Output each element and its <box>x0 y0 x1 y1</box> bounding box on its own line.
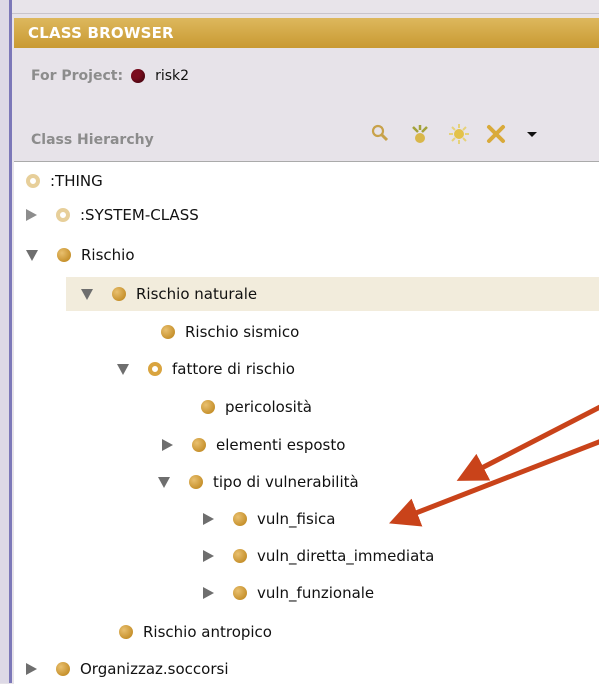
tree-item-vuln-funzionale[interactable]: vuln_funzionale <box>203 576 374 610</box>
expand-arrow-icon[interactable] <box>203 587 214 599</box>
tree-item-elementi-esposto[interactable]: elementi esposto <box>162 428 345 462</box>
tree-item-label: Organizzaz.soccorsi <box>80 660 229 678</box>
create-subclass-icon[interactable] <box>408 122 432 146</box>
class-icon <box>189 475 203 489</box>
project-icon <box>131 69 146 83</box>
expand-arrow-icon[interactable] <box>26 663 37 675</box>
class-icon <box>56 208 70 222</box>
tree-item-tipo-di-vulnerabilita[interactable]: tipo di vulnerabilità <box>158 465 359 499</box>
tree-item-label: Rischio sismico <box>185 323 300 341</box>
class-browser-title-bar: CLASS BROWSER <box>14 18 599 48</box>
create-class-icon[interactable] <box>447 122 471 146</box>
tree-item-rischio-antropico[interactable]: Rischio antropico <box>119 615 272 649</box>
collapse-arrow-icon[interactable] <box>117 363 129 375</box>
window-frame-top <box>12 0 599 14</box>
tree-item-system-class[interactable]: :SYSTEM-CLASS <box>26 198 199 232</box>
class-icon <box>56 662 70 676</box>
window-frame-left <box>0 0 9 683</box>
class-icon <box>201 400 215 414</box>
tree-item-label: pericolosità <box>225 398 312 416</box>
collapse-arrow-icon[interactable] <box>81 288 93 300</box>
tree-item-rischio[interactable]: Rischio <box>26 238 135 272</box>
tree-item-label: fattore di rischio <box>172 360 295 378</box>
class-browser-title: CLASS BROWSER <box>28 24 174 42</box>
menu-dropdown-icon[interactable] <box>520 122 544 146</box>
project-label: For Project: <box>31 68 124 84</box>
tree-item-label: :THING <box>50 172 103 190</box>
tree-item-label: vuln_diretta_immediata <box>257 547 435 565</box>
tree-item-label: vuln_funzionale <box>257 584 375 602</box>
delete-class-icon[interactable] <box>484 122 508 146</box>
tree-item-rischio-naturale[interactable]: Rischio naturale <box>66 277 599 311</box>
project-name: risk2 <box>155 68 190 84</box>
tree-item-label: :SYSTEM-CLASS <box>80 206 199 224</box>
class-hierarchy-tree[interactable]: :THING :SYSTEM-CLASS Rischio Rischio nat… <box>14 161 599 684</box>
class-icon <box>233 512 247 526</box>
project-row: For Project: risk2 <box>31 64 189 88</box>
class-icon <box>148 362 162 376</box>
class-icon <box>26 174 40 188</box>
expand-arrow-icon[interactable] <box>203 550 214 562</box>
collapse-arrow-icon[interactable] <box>26 249 38 261</box>
tree-item-label: Rischio <box>81 246 135 264</box>
tree-item-label: tipo di vulnerabilità <box>213 473 359 491</box>
expand-arrow-icon[interactable] <box>162 439 173 451</box>
class-icon <box>57 248 71 262</box>
tree-item-thing[interactable]: :THING <box>26 164 103 198</box>
class-icon <box>233 549 247 563</box>
expand-arrow-icon[interactable] <box>26 209 37 221</box>
collapse-arrow-icon[interactable] <box>158 476 170 488</box>
class-hierarchy-label: Class Hierarchy <box>31 132 154 148</box>
tree-item-organizzaz-soccorsi[interactable]: Organizzaz.soccorsi <box>26 652 229 684</box>
tree-item-label: elementi esposto <box>216 436 346 454</box>
tree-item-label: vuln_fisica <box>257 510 336 528</box>
class-icon <box>119 625 133 639</box>
expand-arrow-icon[interactable] <box>203 513 214 525</box>
tree-item-pericolosita[interactable]: pericolosità <box>201 390 312 424</box>
class-icon <box>161 325 175 339</box>
class-icon <box>192 438 206 452</box>
tree-item-label: Rischio naturale <box>136 285 258 303</box>
class-icon <box>233 586 247 600</box>
tree-item-vuln-fisica[interactable]: vuln_fisica <box>203 502 335 536</box>
tree-item-rischio-sismico[interactable]: Rischio sismico <box>161 315 299 349</box>
tree-item-fattore-di-rischio[interactable]: fattore di rischio <box>117 352 295 386</box>
find-class-icon[interactable] <box>368 122 392 146</box>
tree-item-label: Rischio antropico <box>143 623 272 641</box>
tree-item-vuln-diretta-immediata[interactable]: vuln_diretta_immediata <box>203 539 434 573</box>
class-icon <box>112 287 126 301</box>
